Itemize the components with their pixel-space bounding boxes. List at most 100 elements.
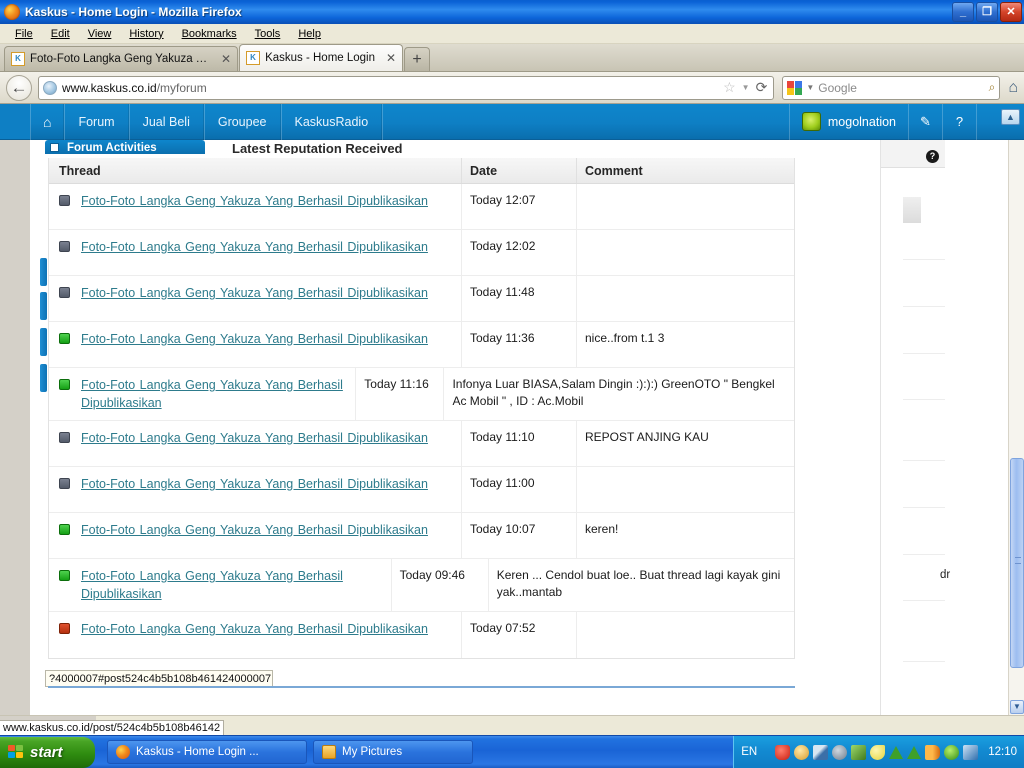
cell-thread: Foto-Foto Langka Geng Yakuza Yang Berhas… (49, 322, 461, 367)
thread-link[interactable]: Foto-Foto Langka Geng Yakuza Yang Berhas… (81, 238, 428, 267)
menu-bookmarks-label: Bookmarks (181, 27, 237, 40)
smiley-face-icon[interactable] (794, 744, 810, 760)
menu-file[interactable]: File (6, 26, 42, 42)
restore-icon: ❐ (982, 5, 992, 18)
thread-link[interactable]: Foto-Foto Langka Geng Yakuza Yang Berhas… (81, 376, 347, 412)
taskbar-separator (95, 736, 101, 768)
thread-link[interactable]: Foto-Foto Langka Geng Yakuza Yang Berhas… (81, 475, 428, 504)
volume-icon[interactable] (925, 744, 941, 760)
taskbar-item-firefox[interactable]: Kaskus - Home Login ... (107, 740, 307, 764)
thread-link[interactable]: Foto-Foto Langka Geng Yakuza Yang Berhas… (81, 567, 383, 603)
kaskus-favicon-icon: K (11, 52, 25, 66)
chevron-down-icon[interactable]: ▼ (742, 83, 750, 92)
side-tab-1[interactable] (40, 258, 47, 286)
search-icon[interactable]: ⌕ (989, 80, 996, 95)
table-row: Foto-Foto Langka Geng Yakuza Yang Berhas… (49, 184, 794, 230)
kaskus-nav-kaskusradio[interactable]: KaskusRadio (280, 103, 383, 140)
cell-thread: Foto-Foto Langka Geng Yakuza Yang Berhas… (49, 559, 391, 611)
menu-edit-label: Edit (50, 27, 70, 40)
scrollbar-down-button[interactable]: ▼ (1010, 700, 1024, 714)
help-button[interactable]: ? (942, 103, 976, 140)
light-bulb-icon[interactable] (870, 744, 886, 760)
side-tab-4[interactable] (40, 364, 47, 392)
cell-thread: Foto-Foto Langka Geng Yakuza Yang Berhas… (49, 513, 461, 558)
kaskus-nav-forum-label: Forum (78, 114, 115, 129)
monitor-icon[interactable] (963, 744, 979, 760)
kaskus-navbar: ⌂ Forum Jual Beli Groupee KaskusRadio mo… (0, 103, 1024, 140)
cell-date: Today 11:48 (461, 276, 576, 321)
new-tab-button[interactable]: + (404, 47, 431, 71)
menu-history[interactable]: History (120, 26, 172, 42)
minimize-button[interactable]: _ (952, 2, 974, 22)
taskbar-item-my-pictures[interactable]: My Pictures (313, 740, 473, 764)
right-side-panel: ? (880, 140, 945, 715)
menu-edit[interactable]: Edit (42, 26, 79, 42)
browser-tab-1[interactable]: K Kaskus - Home Login ✕ (239, 44, 404, 71)
network-icon[interactable] (813, 744, 829, 760)
status-icon-gray (59, 241, 70, 252)
kaskus-nav-groupee[interactable]: Groupee (203, 103, 281, 140)
pen-tool-icon[interactable] (851, 744, 867, 760)
forum-activities-tab[interactable]: Forum Activities (45, 140, 205, 154)
chevron-up-icon: ▲ (1006, 111, 1015, 122)
thread-link[interactable]: Foto-Foto Langka Geng Yakuza Yang Berhas… (81, 620, 428, 650)
right-panel-help-icon[interactable]: ? (926, 150, 939, 163)
right-panel-text: dr (940, 569, 951, 581)
scrollbar-thumb[interactable] (1010, 458, 1024, 668)
browser-tab-0-close-icon[interactable]: ✕ (221, 53, 231, 65)
cell-comment: REPOST ANJING KAU (576, 421, 794, 466)
status-icon-green (59, 524, 70, 535)
status-icon-green (59, 570, 70, 581)
search-engine-chevron-icon[interactable]: ▼ (806, 83, 814, 92)
language-indicator[interactable]: EN (741, 746, 757, 758)
side-tab-3[interactable] (40, 328, 47, 356)
kaskus-navbar-fill (382, 103, 789, 140)
window-controls: _ ❐ ✕ (952, 2, 1022, 22)
search-bar[interactable]: ▼ Google ⌕ (782, 75, 1001, 100)
start-button[interactable]: start (0, 737, 95, 768)
search-input[interactable]: Google (818, 81, 857, 95)
thread-link[interactable]: Foto-Foto Langka Geng Yakuza Yang Berhas… (81, 429, 428, 458)
side-tab-2[interactable] (40, 292, 47, 320)
restore-button[interactable]: ❐ (976, 2, 998, 22)
bookmark-star-icon[interactable]: ☆ (723, 79, 736, 96)
update-icon[interactable] (944, 744, 960, 760)
browser-tab-1-close-icon[interactable]: ✕ (386, 52, 396, 64)
thread-link[interactable]: Foto-Foto Langka Geng Yakuza Yang Berhas… (81, 330, 428, 359)
menu-bookmarks[interactable]: Bookmarks (173, 26, 246, 42)
thread-link[interactable]: Foto-Foto Langka Geng Yakuza Yang Berhas… (81, 521, 428, 550)
browser-tab-0[interactable]: K Foto-Foto Langka Geng Yakuza Yang Ber.… (4, 46, 239, 71)
disc-icon[interactable] (832, 744, 848, 760)
compose-button[interactable]: ✎ (908, 103, 942, 140)
kaskus-nav-forum[interactable]: Forum (64, 103, 129, 140)
kaskus-nav-jualbeli[interactable]: Jual Beli (128, 103, 204, 140)
table-row: Foto-Foto Langka Geng Yakuza Yang Berhas… (49, 421, 794, 467)
pencil-icon: ✎ (920, 113, 931, 129)
thread-link[interactable]: Foto-Foto Langka Geng Yakuza Yang Berhas… (81, 284, 428, 313)
menu-view[interactable]: View (79, 26, 121, 42)
green-triangle-icon[interactable] (889, 745, 904, 759)
url-bar[interactable]: www.kaskus.co.id/myforum ☆ ▼ ⟳ (38, 75, 775, 100)
close-button[interactable]: ✕ (1000, 2, 1022, 22)
user-menu[interactable]: mogolnation (788, 103, 908, 140)
menu-help[interactable]: Help (289, 26, 330, 42)
security-shield-icon[interactable] (775, 744, 791, 760)
cell-date: Today 10:07 (461, 513, 576, 558)
home-button[interactable]: ⌂ (1008, 79, 1018, 97)
collapse-toolbar-button[interactable]: ▲ (1001, 109, 1020, 125)
table-row: Foto-Foto Langka Geng Yakuza Yang Berhas… (49, 230, 794, 276)
green-triangle-icon[interactable] (907, 745, 922, 759)
menu-view-label: View (87, 27, 112, 40)
kaskus-navbar-left-spacer (0, 104, 30, 139)
back-button[interactable]: ← (6, 74, 32, 101)
thread-link[interactable]: Foto-Foto Langka Geng Yakuza Yang Berhas… (81, 192, 428, 221)
kaskus-nav-home[interactable]: ⌂ (30, 103, 65, 140)
reload-icon[interactable]: ⟳ (756, 79, 768, 96)
start-button-label: start (30, 744, 63, 761)
browser-scrollbar[interactable]: ▼ (1008, 140, 1024, 715)
right-panel-thumbnail (903, 197, 921, 223)
taskbar-clock[interactable]: 12:10 (988, 746, 1017, 758)
kaskus-nav-kaskusradio-label: KaskusRadio (294, 114, 369, 129)
menu-tools[interactable]: Tools (246, 26, 290, 42)
cell-comment: Infonya Luar BIASA,Salam Dingin :):):) G… (443, 368, 794, 420)
